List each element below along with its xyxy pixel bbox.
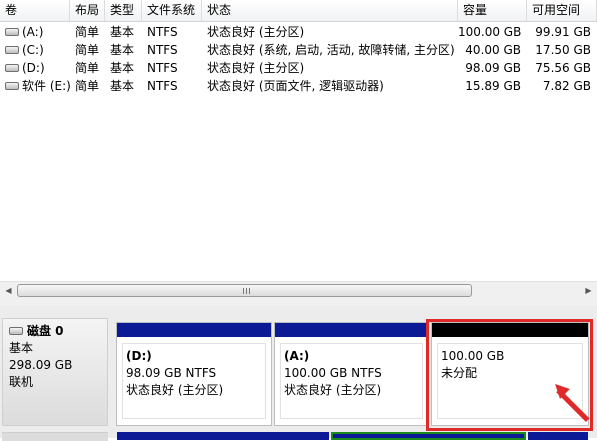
disk-1-row xyxy=(0,432,597,441)
grip-icon xyxy=(243,288,251,294)
scroll-left-icon[interactable]: ◀ xyxy=(0,282,17,300)
volume-name: (C:) xyxy=(22,43,44,57)
col-filesystem[interactable]: 文件系统 xyxy=(142,0,202,21)
drive-icon xyxy=(5,81,19,90)
partition-d[interactable]: (D:) 98.09 GB NTFS 状态良好 (主分区) xyxy=(116,322,272,426)
drive-icon xyxy=(5,63,19,72)
col-volume[interactable]: 卷 xyxy=(0,0,70,21)
partition-bar xyxy=(117,323,271,337)
volume-name-cell: (C:) xyxy=(0,41,70,59)
volume-name: (A:) xyxy=(22,25,44,39)
partition-name: (D:) xyxy=(126,349,152,363)
volume-status: 状态良好 (主分区) xyxy=(207,25,305,39)
col-capacity[interactable]: 容量 xyxy=(458,0,527,21)
partition-bar xyxy=(275,323,428,337)
volume-fs: NTFS xyxy=(147,61,178,75)
volume-row[interactable]: 软件 (E:) 简单 基本 NTFS 状态良好 (页面文件, 逻辑驱动器) 15… xyxy=(0,77,597,95)
volume-type: 基本 xyxy=(110,79,135,93)
volume-fs: NTFS xyxy=(147,25,178,39)
volume-capacity: 100.00 GB xyxy=(458,25,522,39)
volume-row[interactable]: (C:) 简单 基本 NTFS 状态良好 (系统, 启动, 活动, 故障转储, … xyxy=(0,41,597,59)
partition-a[interactable]: (A:) 100.00 GB NTFS 状态良好 (主分区) xyxy=(274,322,429,426)
partition-status: 状态良好 (主分区) xyxy=(284,383,382,397)
volume-list: 卷 布局 类型 文件系统 状态 容量 可用空间 (A:) 简单 基本 NTFS … xyxy=(0,0,597,281)
volume-type: 基本 xyxy=(110,25,135,39)
volume-layout: 简单 xyxy=(75,79,100,93)
disk-name: 磁盘 0 xyxy=(27,324,64,338)
disk-state: 联机 xyxy=(9,375,34,389)
volume-capacity: 15.89 GB xyxy=(465,79,521,93)
volume-row[interactable]: (D:) 简单 基本 NTFS 状态良好 (主分区) 98.09 GB 75.5… xyxy=(0,59,597,77)
partition-info: (D:) 98.09 GB NTFS 状态良好 (主分区) xyxy=(122,343,266,419)
volume-status: 状态良好 (系统, 启动, 活动, 故障转储, 主分区) xyxy=(207,43,455,57)
volume-free: 75.56 GB xyxy=(535,61,591,75)
volume-fs: NTFS xyxy=(147,43,178,57)
drive-icon xyxy=(5,27,19,36)
volume-layout: 简单 xyxy=(75,43,100,57)
disk-0-label[interactable]: 磁盘 0 基本 298.09 GB 联机 xyxy=(2,318,108,426)
volume-name-cell: 软件 (E:) xyxy=(0,77,70,95)
horizontal-scrollbar[interactable]: ◀ ▶ xyxy=(0,281,597,300)
volume-name: (D:) xyxy=(22,61,45,75)
volume-type: 基本 xyxy=(110,61,135,75)
scroll-thumb[interactable] xyxy=(17,284,472,297)
volume-name: 软件 (E:) xyxy=(22,79,70,93)
volume-status: 状态良好 (主分区) xyxy=(207,61,305,75)
volume-capacity: 40.00 GB xyxy=(465,43,521,57)
disk-icon xyxy=(9,326,23,335)
disk-1-label[interactable] xyxy=(2,432,108,441)
volume-type: 基本 xyxy=(110,43,135,57)
volume-free: 17.50 GB xyxy=(535,43,591,57)
col-free-space[interactable]: 可用空间 xyxy=(527,0,597,21)
volume-layout: 简单 xyxy=(75,25,100,39)
volume-free: 7.82 GB xyxy=(542,79,591,93)
scroll-right-icon[interactable]: ▶ xyxy=(580,282,597,300)
disk-type: 基本 xyxy=(9,341,34,355)
column-header: 卷 布局 类型 文件系统 状态 容量 可用空间 xyxy=(0,0,597,22)
disk-1-partition[interactable] xyxy=(117,432,329,440)
col-type[interactable]: 类型 xyxy=(105,0,142,21)
disk-title: 磁盘 0 xyxy=(9,323,101,340)
volume-free: 99.91 GB xyxy=(535,25,591,39)
col-status[interactable]: 状态 xyxy=(202,0,458,21)
partition-name: (A:) xyxy=(284,349,310,363)
volume-layout: 简单 xyxy=(75,61,100,75)
volume-status: 状态良好 (页面文件, 逻辑驱动器) xyxy=(207,79,384,93)
disk-1-partition[interactable] xyxy=(528,432,588,440)
partition-size: 98.09 GB NTFS xyxy=(126,366,217,380)
volume-row[interactable]: (A:) 简单 基本 NTFS 状态良好 (主分区) 100.00 GB 99.… xyxy=(0,23,597,41)
col-layout[interactable]: 布局 xyxy=(70,0,105,21)
disk-size: 298.09 GB xyxy=(9,358,73,372)
volume-name-cell: (D:) xyxy=(0,59,70,77)
partition-size: 100.00 GB NTFS xyxy=(284,366,382,380)
disk-1-partition-selected[interactable] xyxy=(331,432,526,440)
volume-name-cell: (A:) xyxy=(0,23,70,41)
volume-fs: NTFS xyxy=(147,79,178,93)
drive-icon xyxy=(5,45,19,54)
volume-capacity: 98.09 GB xyxy=(465,61,521,75)
partition-status: 状态良好 (主分区) xyxy=(126,383,224,397)
partition-info: (A:) 100.00 GB NTFS 状态良好 (主分区) xyxy=(280,343,423,419)
highlight-box xyxy=(426,319,593,431)
